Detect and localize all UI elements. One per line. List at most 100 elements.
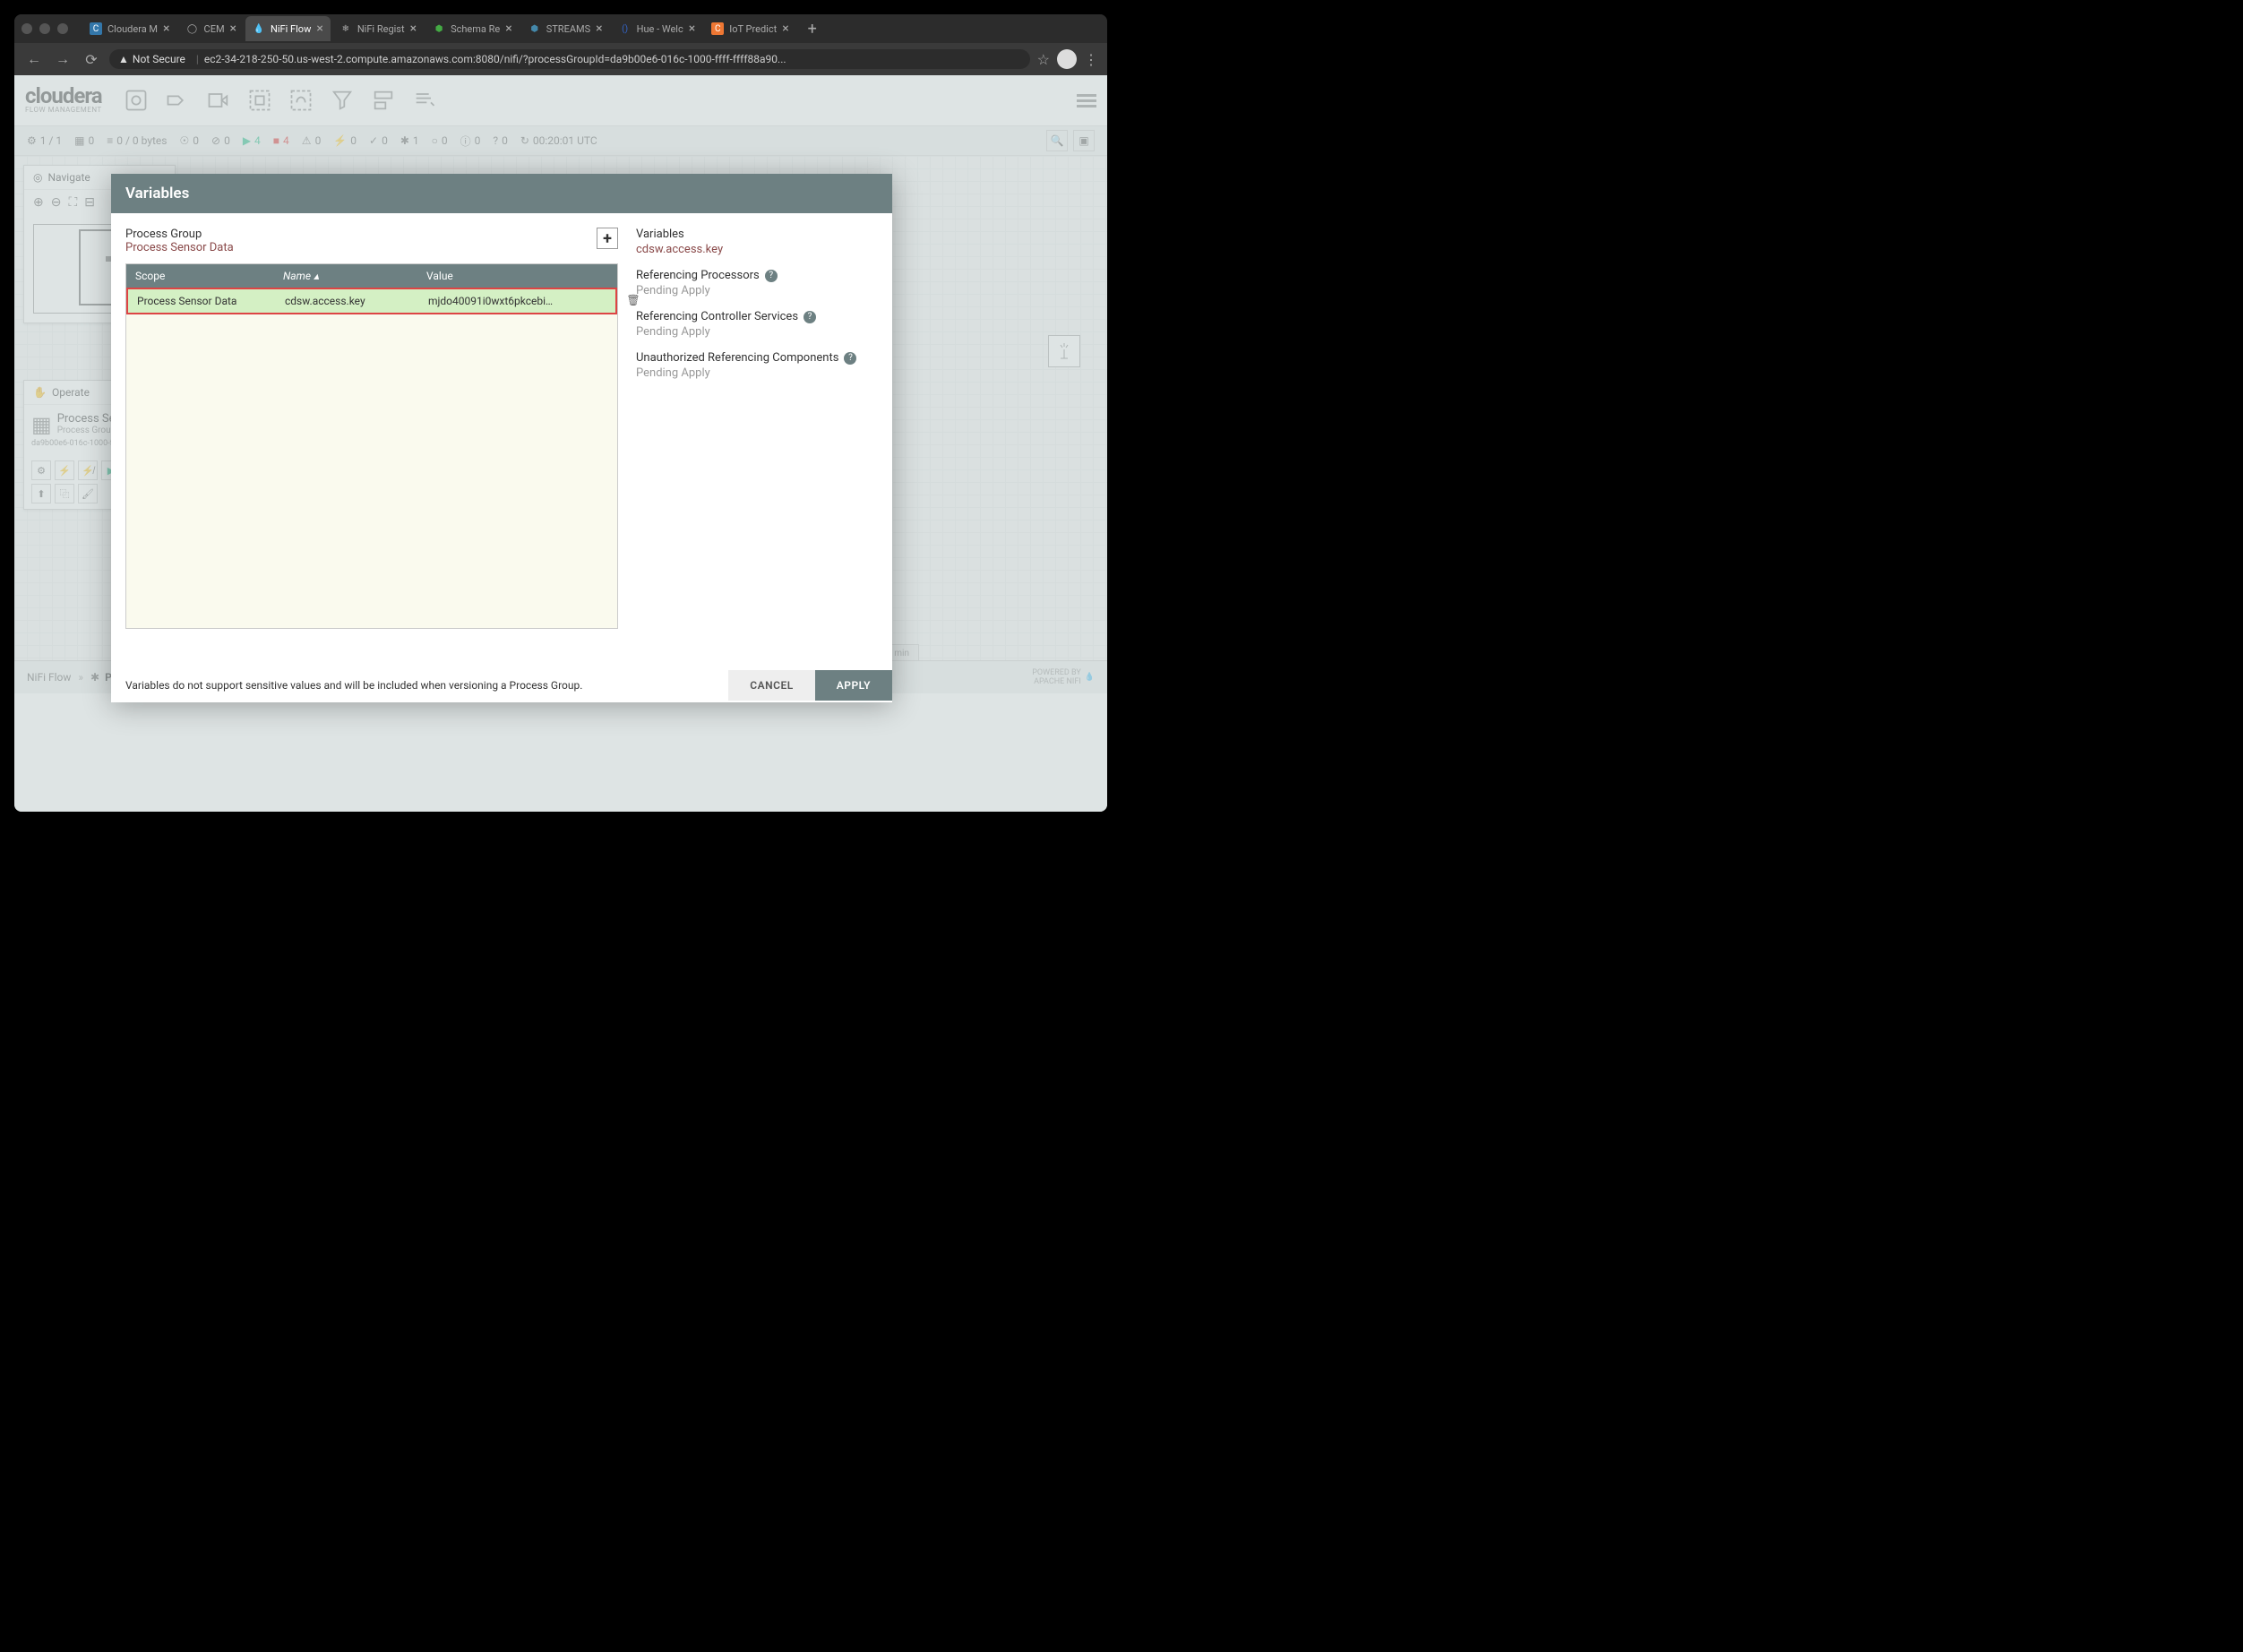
tab-close-icon[interactable]: × [163, 22, 169, 36]
variables-label: Variables [636, 228, 878, 241]
tab-schema[interactable]: ⬢Schema Re× [425, 16, 520, 41]
apply-button[interactable]: APPLY [815, 670, 892, 701]
tab-label: NiFi Regist [357, 23, 405, 35]
tab-cloudera[interactable]: CCloudera M× [82, 16, 177, 41]
stat-queued: ▦ 0 [74, 134, 94, 147]
nav-bar: ← → ⟳ ▲ Not Secure | ec2-34-218-250-50.u… [14, 43, 1107, 75]
upload-button[interactable]: ⬆ [31, 484, 51, 503]
delete-variable-button[interactable]: 🗑 [624, 291, 642, 309]
tab-iot[interactable]: CIoT Predict× [704, 16, 795, 41]
back-button[interactable]: ← [23, 48, 45, 70]
process-group-label: Process Group [125, 228, 234, 241]
column-name[interactable]: Name ▴ [274, 264, 417, 288]
tab-label: STREAMS [546, 23, 590, 35]
pending-apply: Pending Apply [636, 366, 878, 380]
app-content: cloudera FLOW MANAGEMENT ⚙ 1 / 1 ▦ 0 ≡ 0… [14, 75, 1107, 812]
cancel-button[interactable]: CANCEL [728, 670, 814, 701]
tab-close-icon[interactable]: × [689, 22, 695, 36]
hamburger-menu[interactable] [1077, 91, 1096, 110]
input-port-icon[interactable] [159, 82, 195, 118]
close-dot[interactable] [21, 23, 32, 34]
tab-close-icon[interactable]: × [410, 22, 417, 36]
process-group-name: Process Sensor Data [125, 241, 234, 254]
actual-icon[interactable]: ⊟ [84, 195, 95, 210]
tab-nifi-flow[interactable]: 💧NiFi Flow× [245, 16, 331, 41]
minimize-dot[interactable] [39, 23, 50, 34]
stat-time: ↻ 00:20:01 UTC [520, 134, 597, 147]
breadcrumb-root[interactable]: NiFi Flow [27, 671, 71, 684]
output-port-icon[interactable] [201, 82, 236, 118]
zoom-out-icon[interactable]: ⊖ [51, 195, 62, 210]
stat-groups: ⚙ 1 / 1 [27, 134, 62, 147]
tab-hue[interactable]: ()Hue - Welc× [612, 16, 703, 41]
help-icon[interactable]: ? [844, 352, 856, 365]
stats-bar: ⚙ 1 / 1 ▦ 0 ≡ 0 / 0 bytes ☉ 0 ⊘ 0 ▶ 4 ■ … [14, 126, 1107, 156]
stat-versioned: ✱ 1 [400, 134, 419, 147]
bookmark-icon[interactable]: ☆ [1037, 51, 1050, 68]
forward-button[interactable]: → [52, 48, 73, 70]
tab-close-icon[interactable]: × [505, 22, 511, 36]
tab-streams[interactable]: ⬢STREAMS× [521, 16, 610, 41]
logo: cloudera FLOW MANAGEMENT [25, 87, 102, 115]
tab-nifi-registry[interactable]: ❄NiFi Regist× [332, 16, 424, 41]
variables-table: Scope Name ▴ Value Process Sensor Data c… [125, 263, 618, 629]
configure-button[interactable]: ⚙ [31, 460, 51, 480]
column-value[interactable]: Value [417, 264, 617, 288]
label-icon[interactable] [407, 82, 443, 118]
bulletin-button[interactable]: ▣ [1073, 130, 1095, 151]
pending-apply: Pending Apply [636, 284, 878, 297]
tab-label: CEM [204, 23, 225, 35]
copy-button[interactable]: ⿻ [55, 484, 74, 503]
variable-row[interactable]: Process Sensor Data cdsw.access.key mjdo… [126, 288, 617, 314]
powered-by: POWERED BYAPACHE NIFI 💧 [1032, 668, 1095, 686]
tab-cem[interactable]: ◯CEM× [179, 16, 245, 41]
stat-stale: ? 0 [493, 134, 507, 147]
reload-button[interactable]: ⟳ [81, 48, 102, 70]
tab-label: IoT Predict [729, 23, 777, 35]
stat-bytes: ≡ 0 / 0 bytes [107, 134, 167, 147]
profile-avatar[interactable] [1057, 49, 1077, 69]
url-text: ec2-34-218-250-50.us-west-2.compute.amaz… [204, 53, 786, 65]
new-tab-button[interactable]: + [802, 18, 823, 39]
zoom-in-icon[interactable]: ⊕ [33, 195, 44, 210]
table-header: Scope Name ▴ Value [126, 264, 617, 288]
enable-button[interactable]: ⚡ [55, 460, 74, 480]
add-variable-button[interactable]: + [597, 228, 618, 249]
column-scope[interactable]: Scope [126, 264, 274, 288]
processor-icon[interactable] [118, 82, 154, 118]
security-warning: ▲ Not Secure [118, 53, 185, 65]
color-button[interactable]: 🖌 [78, 484, 98, 503]
dialog-title: Variables [111, 174, 892, 213]
menu-icon[interactable]: ⋮ [1084, 51, 1098, 68]
template-icon[interactable] [365, 82, 401, 118]
search-button[interactable]: 🔍 [1046, 130, 1068, 151]
processor-node[interactable] [1048, 335, 1080, 367]
tab-label: NiFi Flow [271, 23, 311, 35]
logo-text: cloudera [25, 87, 102, 107]
help-icon[interactable]: ? [765, 270, 778, 282]
process-group-icon[interactable] [242, 82, 278, 118]
tab-close-icon[interactable]: × [782, 22, 788, 36]
cell-value: mjdo40091i0wxt6pkcebil... [419, 289, 563, 313]
maximize-dot[interactable] [57, 23, 68, 34]
logo-subtitle: FLOW MANAGEMENT [25, 106, 102, 114]
tab-close-icon[interactable]: × [596, 22, 602, 36]
tab-label: Cloudera M [107, 23, 158, 35]
remote-group-icon[interactable] [283, 82, 319, 118]
tab-close-icon[interactable]: × [230, 22, 236, 36]
dialog-footer: Variables do not support sensitive value… [111, 668, 892, 702]
browser-window: CCloudera M× ◯CEM× 💧NiFi Flow× ❄NiFi Reg… [14, 14, 1107, 812]
fit-icon[interactable]: ⛶ [68, 195, 77, 210]
app-header: cloudera FLOW MANAGEMENT [14, 75, 1107, 126]
variable-name: cdsw.access.key [636, 243, 878, 256]
variables-dialog: Variables Process Group Process Sensor D… [111, 174, 892, 702]
disable-button[interactable]: ⚡̸ [78, 460, 98, 480]
url-bar[interactable]: ▲ Not Secure | ec2-34-218-250-50.us-west… [109, 49, 1030, 69]
tab-label: Schema Re [451, 23, 500, 35]
tab-close-icon[interactable]: × [316, 22, 322, 36]
stat-local: ⓘ 0 [460, 133, 481, 149]
window-controls [21, 23, 82, 34]
funnel-icon[interactable] [324, 82, 360, 118]
ref-processors-label: Referencing Processors? [636, 269, 878, 282]
help-icon[interactable]: ? [804, 311, 816, 323]
